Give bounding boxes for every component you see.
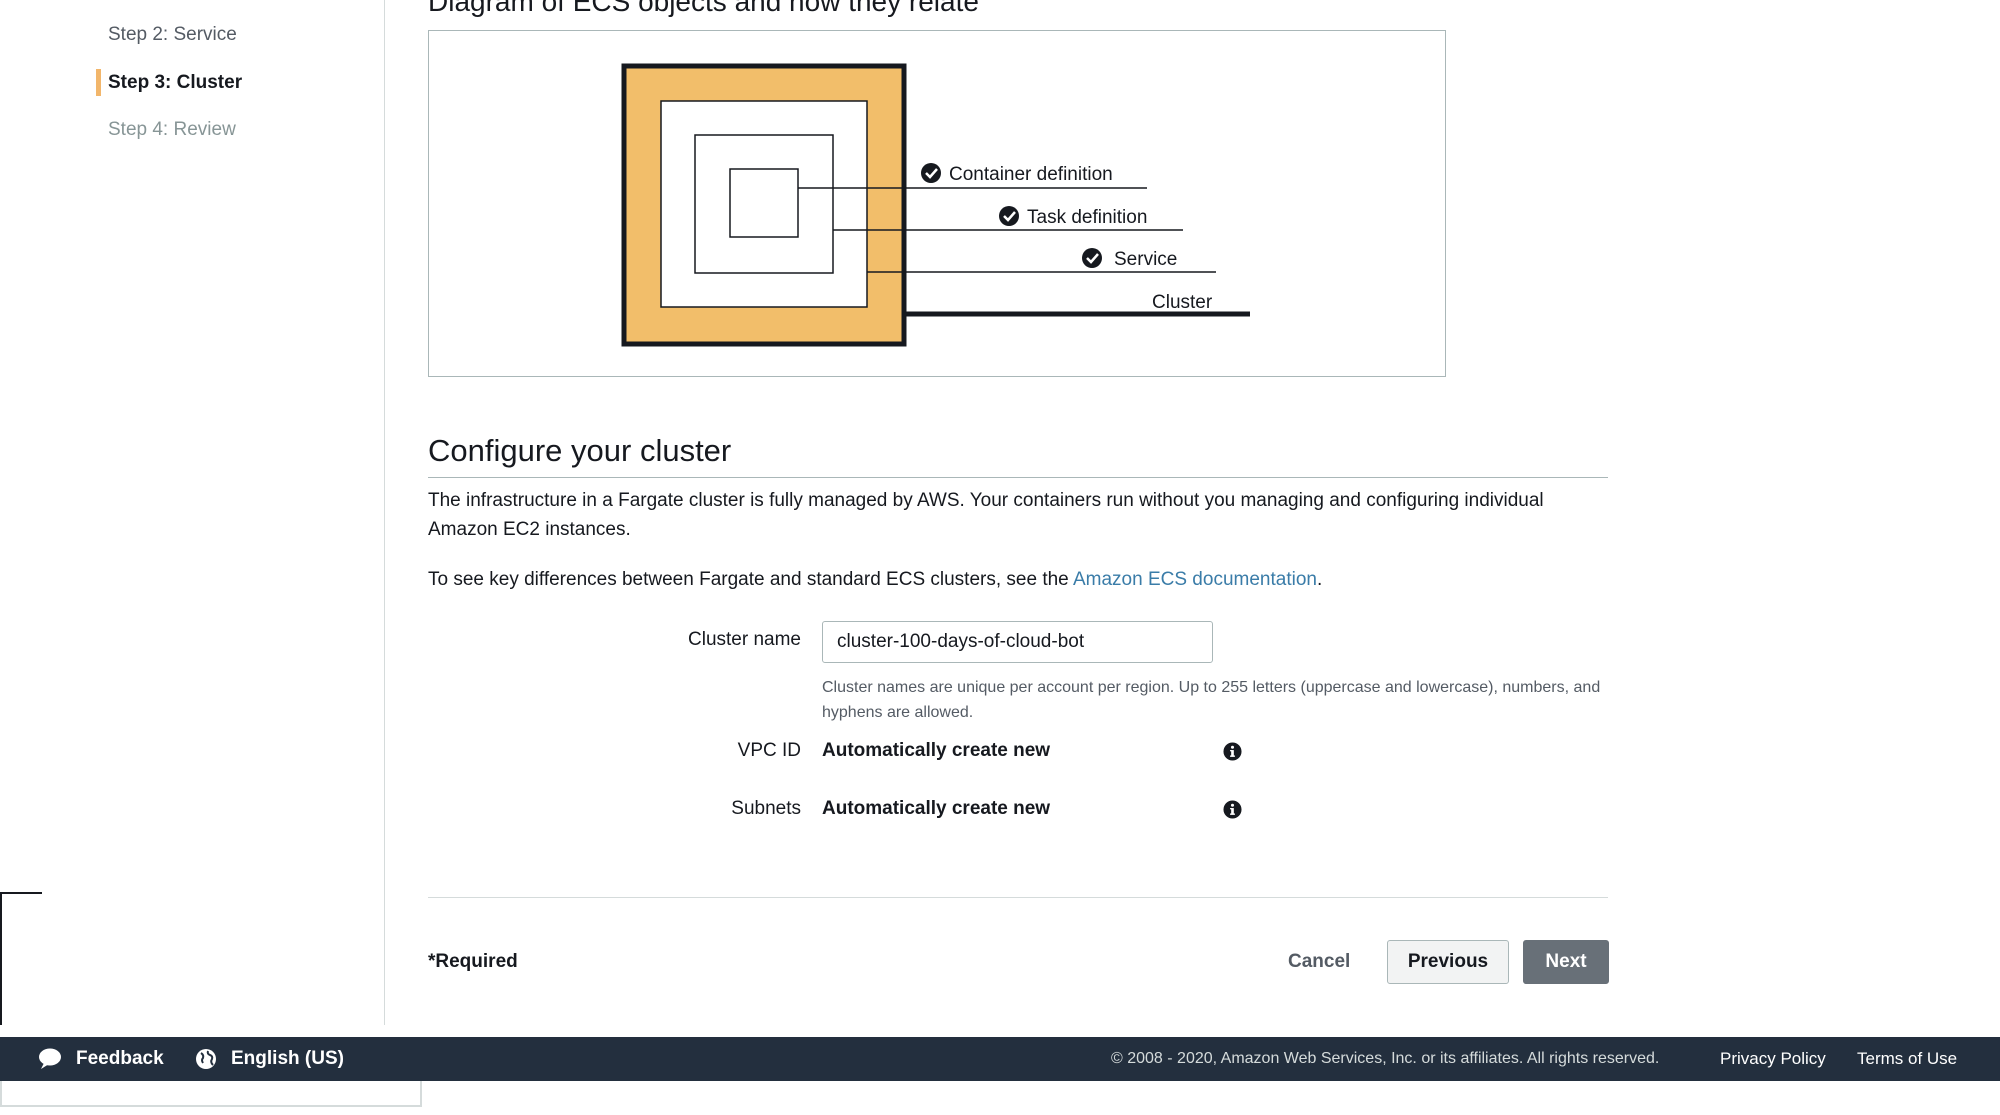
section-divider — [428, 477, 1608, 478]
check-icon-container — [921, 163, 941, 183]
active-step-indicator — [96, 69, 101, 96]
label-container-definition: Container definition — [949, 164, 1113, 185]
required-note: *Required — [428, 951, 518, 972]
subnets-label: Subnets — [731, 798, 801, 819]
step-service-link[interactable]: Step 2: Service — [108, 24, 237, 46]
ecs-diagram: Container definition Task definition Ser… — [428, 30, 1446, 377]
wizard-sidebar: Step 2: Service Step 3: Cluster Step 4: … — [0, 0, 385, 1025]
terms-of-use-link[interactable]: Terms of Use — [1857, 1049, 1957, 1069]
docs-text: To see key differences between Fargate a… — [428, 569, 1073, 590]
info-icon[interactable] — [1223, 742, 1242, 761]
previous-button[interactable]: Previous — [1387, 940, 1509, 984]
diagram-title: Diagram of ECS objects and how they rela… — [428, 0, 979, 17]
label-cluster: Cluster — [1152, 292, 1213, 313]
step-review-link: Step 4: Review — [108, 119, 236, 140]
docs-period: . — [1316, 569, 1323, 590]
check-icon-task — [999, 206, 1019, 226]
fargate-description: The infrastructure in a Fargate cluster … — [428, 490, 1544, 540]
actions-divider — [428, 897, 1608, 898]
next-button[interactable]: Next — [1523, 940, 1609, 984]
ecs-diagram-graphic: Container definition Task definition Ser… — [621, 63, 1250, 347]
cancel-button[interactable]: Cancel — [1272, 940, 1366, 984]
subnets-value: Automatically create new — [822, 798, 1051, 819]
section-title: Configure your cluster — [428, 433, 732, 468]
privacy-policy-link[interactable]: Privacy Policy — [1720, 1049, 1826, 1069]
cluster-name-hint: Cluster names are unique per account per… — [822, 679, 1601, 721]
footer-edge — [0, 1081, 422, 1107]
feedback-link[interactable]: Feedback — [76, 1048, 164, 1070]
copyright-text: © 2008 - 2020, Amazon Web Services, Inc.… — [1111, 1050, 1660, 1067]
vpc-id-value: Automatically create new — [822, 740, 1051, 761]
language-selector[interactable]: English (US) — [231, 1048, 344, 1070]
step-cluster-link[interactable]: Step 3: Cluster — [108, 72, 242, 94]
globe-icon — [196, 1049, 216, 1069]
cluster-name-label: Cluster name — [688, 629, 801, 650]
label-service: Service — [1114, 249, 1177, 270]
check-icon-service — [1082, 248, 1102, 268]
docs-paragraph: To see key differences between Fargate a… — [428, 565, 1608, 594]
panel-edge — [0, 892, 42, 1025]
vpc-id-label: VPC ID — [737, 740, 801, 761]
cluster-name-input[interactable] — [822, 621, 1213, 663]
ecs-documentation-link[interactable]: Amazon ECS documentation — [1073, 569, 1317, 590]
console-footer: Feedback English (US) © 2008 - 2020, Ama… — [0, 1037, 2000, 1081]
container-box — [729, 168, 799, 238]
label-task-definition: Task definition — [1027, 207, 1147, 228]
speech-bubble-icon — [39, 1048, 61, 1069]
info-icon[interactable] — [1223, 800, 1242, 819]
